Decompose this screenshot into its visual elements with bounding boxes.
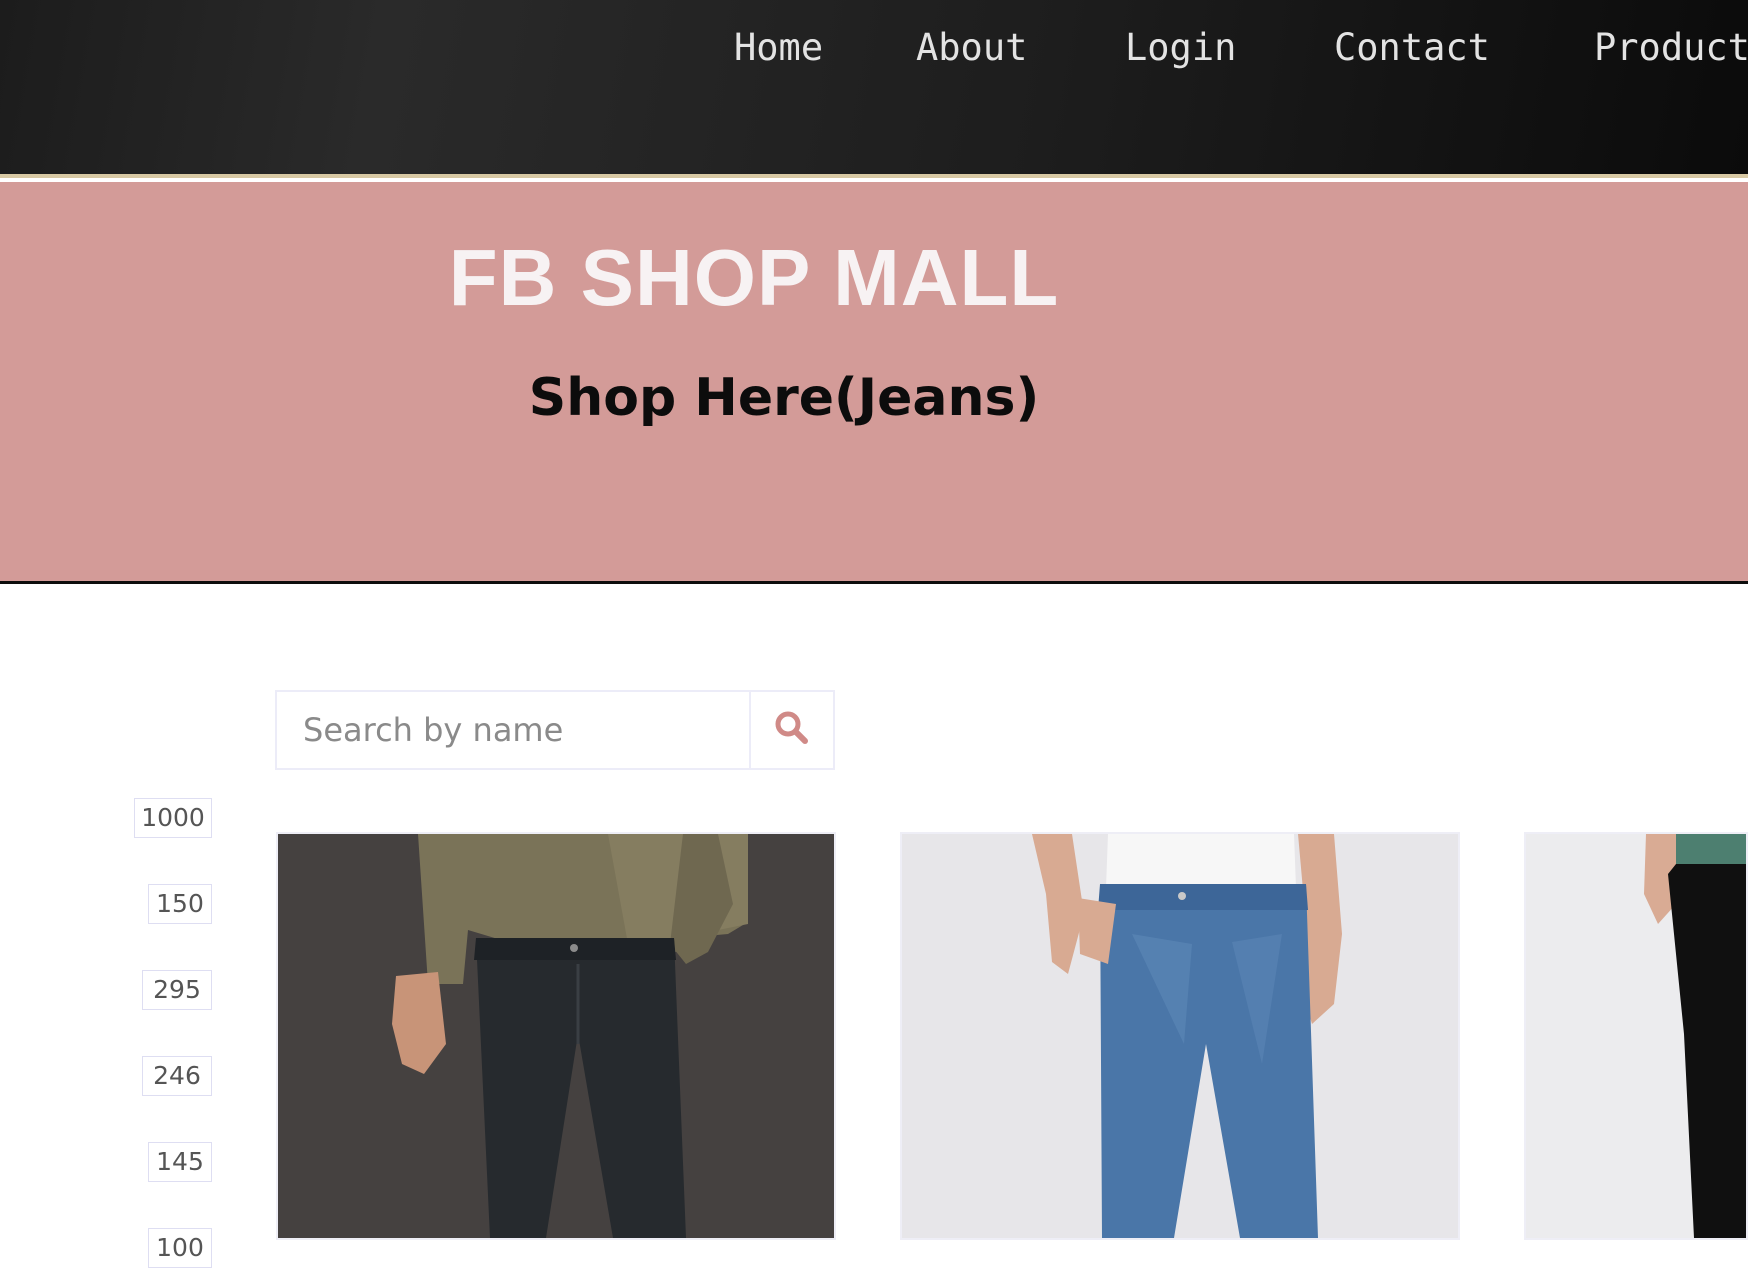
price-filter-item[interactable]: 1000 <box>134 798 212 838</box>
nav-link-contact[interactable]: Contact <box>1334 26 1490 69</box>
page-subtitle: Shop Here(Jeans) <box>528 368 1040 428</box>
price-filter-item[interactable]: 246 <box>142 1056 212 1096</box>
top-navbar: Home About Login Contact Products <box>0 0 1748 178</box>
nav-link-about[interactable]: About <box>916 26 1027 69</box>
search-input[interactable] <box>277 692 749 768</box>
hero-banner: FB SHOP MALL Shop Here(Jeans) <box>0 182 1748 584</box>
product-image <box>902 834 1458 1238</box>
price-filter-item[interactable]: 150 <box>148 884 212 924</box>
site-title: FB SHOP MALL <box>448 233 1060 322</box>
price-filter-item[interactable]: 145 <box>148 1142 212 1182</box>
product-image <box>1526 834 1746 1238</box>
price-filter-item[interactable]: 100 <box>148 1228 212 1268</box>
nav-link-home[interactable]: Home <box>734 26 823 69</box>
product-card[interactable] <box>1524 832 1748 1240</box>
search-icon <box>772 708 812 752</box>
nav-link-login[interactable]: Login <box>1125 26 1236 69</box>
product-card[interactable] <box>276 832 836 1240</box>
search-bar <box>275 690 835 770</box>
price-filter-item[interactable]: 295 <box>142 970 212 1010</box>
product-image <box>278 834 834 1238</box>
product-card[interactable] <box>900 832 1460 1240</box>
nav-link-products[interactable]: Products <box>1594 26 1748 69</box>
search-button[interactable] <box>749 692 833 768</box>
